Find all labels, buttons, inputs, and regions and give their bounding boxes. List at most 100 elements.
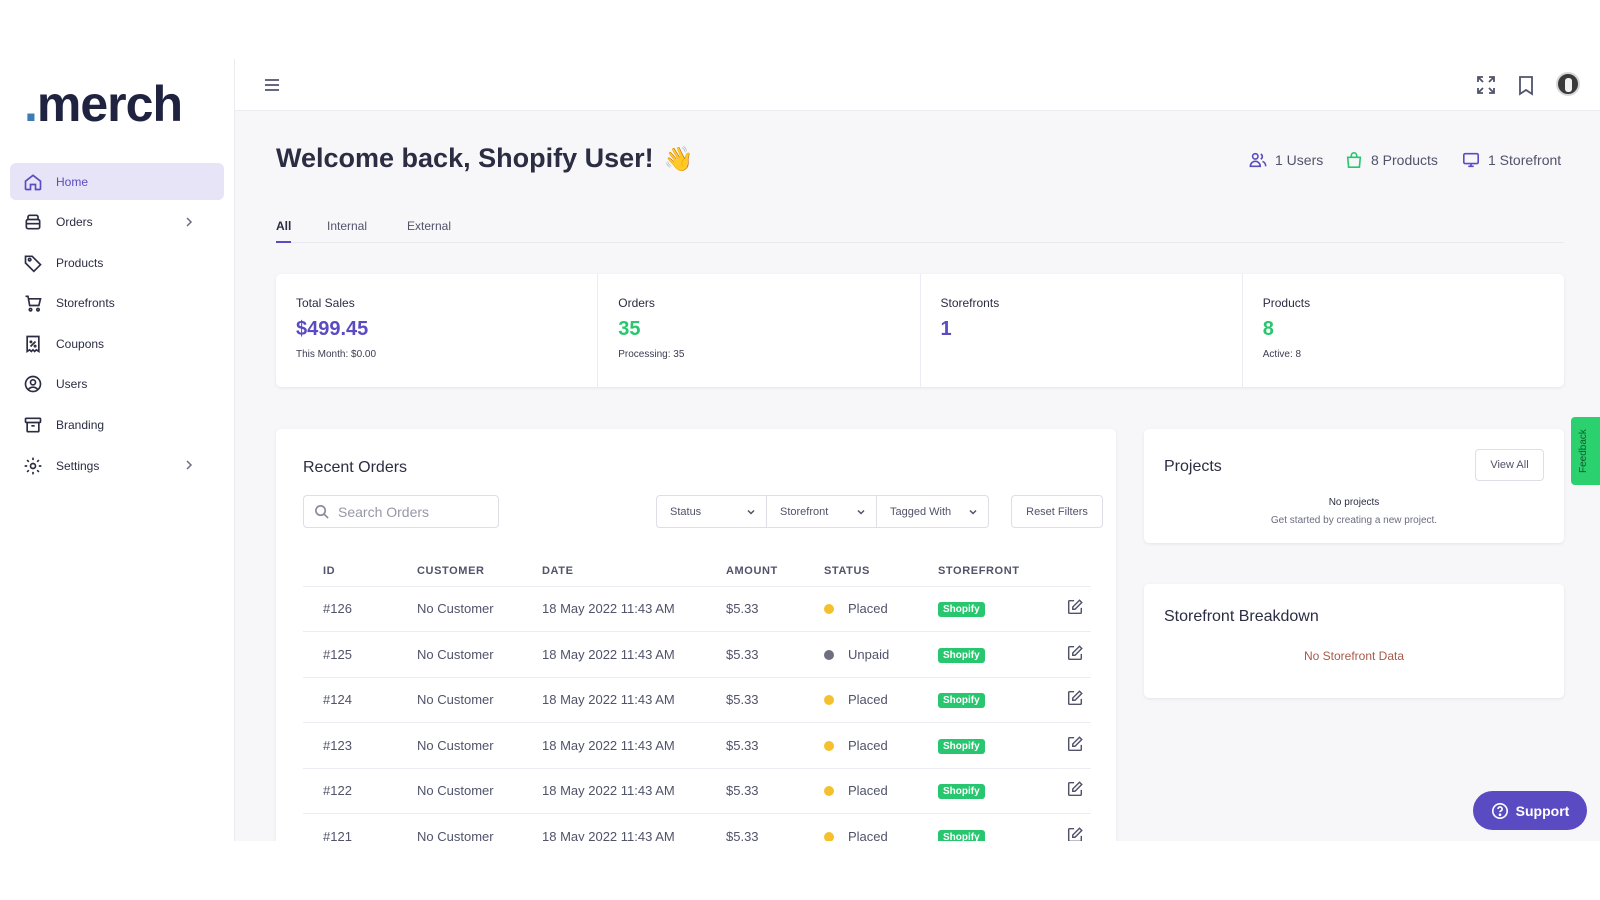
stat-value: 35 <box>618 318 641 340</box>
order-amount: $5.33 <box>706 586 804 632</box>
menu-icon[interactable] <box>263 76 281 94</box>
feedback-tab[interactable]: Feedback <box>1571 417 1600 485</box>
support-button[interactable]: Support <box>1473 791 1587 830</box>
logo-text: merch <box>36 76 183 132</box>
storefront-filter[interactable]: Storefront <box>766 495 877 528</box>
order-customer: No Customer <box>397 586 522 632</box>
status-label: Placed <box>848 828 888 841</box>
help-circle-icon <box>1491 802 1508 819</box>
storefront-badge: Shopify <box>938 738 985 754</box>
chevron-right-icon <box>186 217 193 227</box>
column-customer[interactable]: CUSTOMER <box>397 556 522 587</box>
page-title: Welcome back, Shopify User! 👋 <box>276 143 694 174</box>
bookmark-icon[interactable] <box>1515 74 1537 96</box>
avatar[interactable] <box>1556 72 1580 96</box>
storefront-badge: Shopify <box>938 602 985 618</box>
box-icon <box>25 214 41 230</box>
reset-filters-button[interactable]: Reset Filters <box>1011 495 1103 528</box>
shopping-bag-icon <box>1346 152 1362 169</box>
status-filter[interactable]: Status <box>656 495 767 528</box>
sidebar-item-label: Products <box>56 255 104 270</box>
stat-products: Products 8 Active: 8 <box>1243 274 1564 387</box>
support-label: Support <box>1515 802 1570 819</box>
chevron-right-icon <box>186 460 193 470</box>
stat-value: 8 <box>1262 318 1274 340</box>
tab-external[interactable]: External <box>407 219 451 243</box>
sidebar-item-branding[interactable]: Branding <box>10 407 224 444</box>
column-storefront[interactable]: STOREFRONT <box>918 556 1046 587</box>
wave-emoji: 👋 <box>663 146 694 173</box>
edit-icon[interactable] <box>1066 735 1084 753</box>
order-date: 18 May 2022 11:43 AM <box>522 813 706 841</box>
order-date: 18 May 2022 11:43 AM <box>522 677 706 723</box>
storefront-badge: Shopify <box>938 647 985 663</box>
sidebar-item-storefronts[interactable]: Storefronts <box>10 285 224 322</box>
table-row[interactable]: #122 No Customer 18 May 2022 11:43 AM $5.33… <box>303 768 1091 814</box>
stat-sub: Processing: 35 <box>618 349 685 360</box>
column-amount[interactable]: AMOUNT <box>706 556 804 587</box>
sidebar-item-products[interactable]: Products <box>10 244 224 281</box>
welcome-text: Welcome back, Shopify User! <box>276 143 654 173</box>
order-storefront: Shopify <box>918 631 1046 678</box>
sidebar-item-coupons[interactable]: Coupons <box>10 325 224 362</box>
sidebar-item-home[interactable]: Home <box>10 163 224 200</box>
edit-icon[interactable] <box>1066 826 1084 841</box>
order-amount: $5.33 <box>706 677 804 723</box>
view-all-button[interactable]: View All <box>1475 449 1544 481</box>
gear-icon <box>24 457 42 474</box>
stat-sub: Active: 8 <box>1262 349 1302 360</box>
sidebar-item-settings[interactable]: Settings <box>10 447 224 484</box>
cart-icon <box>25 295 42 313</box>
column-date[interactable]: DATE <box>522 556 706 587</box>
stat-orders: Orders 35 Processing: 35 <box>598 274 921 387</box>
edit-icon[interactable] <box>1066 598 1084 616</box>
search-input[interactable]: Search Orders <box>303 495 499 528</box>
table-row[interactable]: #123 No Customer 18 May 2022 11:43 AM $5.33… <box>303 722 1091 769</box>
sidebar-nav: Home Orders Products Storefronts Coupons <box>10 163 224 488</box>
filter-label: Status <box>670 505 702 518</box>
status-dot <box>824 786 834 797</box>
tagged-with-filter[interactable]: Tagged With <box>876 495 989 528</box>
order-date: 18 May 2022 11:43 AM <box>522 586 706 632</box>
order-customer: No Customer <box>397 768 522 814</box>
tab-all[interactable]: All <box>276 219 292 243</box>
order-storefront: Shopify <box>918 813 1046 841</box>
filter-label: Storefront <box>780 505 829 518</box>
status-label: Placed <box>848 737 888 753</box>
table-row[interactable]: #121 No Customer 18 May 2022 11:43 AM $5.33… <box>303 813 1091 841</box>
order-id: #122 <box>303 768 397 814</box>
tab-internal[interactable]: Internal <box>327 219 367 243</box>
edit-icon[interactable] <box>1066 644 1084 662</box>
column-actions <box>1046 556 1091 587</box>
storefront-breakdown-card: Storefront Breakdown No Storefront Data <box>1144 584 1564 698</box>
edit-icon[interactable] <box>1066 780 1084 798</box>
products-count: 8 Products <box>1371 152 1438 168</box>
edit-icon[interactable] <box>1066 689 1084 707</box>
no-storefront-data-text: No Storefront Data <box>1303 649 1405 663</box>
orders-table-body: #126 No Customer 18 May 2022 11:43 AM $5.33… <box>303 586 1091 841</box>
fullscreen-icon[interactable] <box>1475 74 1497 96</box>
order-storefront: Shopify <box>918 768 1046 814</box>
column-status[interactable]: STATUS <box>804 556 918 587</box>
sidebar-item-label: Users <box>56 377 88 392</box>
tab-bar: All Internal External <box>276 217 1564 243</box>
order-date: 18 May 2022 11:43 AM <box>522 631 706 678</box>
chevron-down-icon <box>857 509 865 515</box>
logo[interactable]: .merch <box>24 75 183 133</box>
order-id: #123 <box>303 722 397 769</box>
order-id: #121 <box>303 813 397 841</box>
storefront-breakdown-title: Storefront Breakdown <box>1164 608 1319 625</box>
stat-label: Orders <box>618 296 655 310</box>
summary-products: 8 Products <box>1345 151 1438 169</box>
chevron-down-icon <box>969 509 977 515</box>
home-icon <box>24 173 42 190</box>
table-row[interactable]: #124 No Customer 18 May 2022 11:43 AM $5.33… <box>303 677 1091 723</box>
column-id[interactable]: ID <box>303 556 397 587</box>
sidebar-item-label: Branding <box>56 418 105 433</box>
table-row[interactable]: #125 No Customer 18 May 2022 11:43 AM $5.33… <box>303 631 1091 678</box>
table-row[interactable]: #126 No Customer 18 May 2022 11:43 AM $5.33… <box>303 586 1091 632</box>
projects-empty-hint: Get started by creating a new project. <box>1270 515 1438 526</box>
sidebar-item-users[interactable]: Users <box>10 366 224 403</box>
sidebar-item-label: Orders <box>56 215 93 230</box>
sidebar-item-orders[interactable]: Orders <box>10 204 224 241</box>
